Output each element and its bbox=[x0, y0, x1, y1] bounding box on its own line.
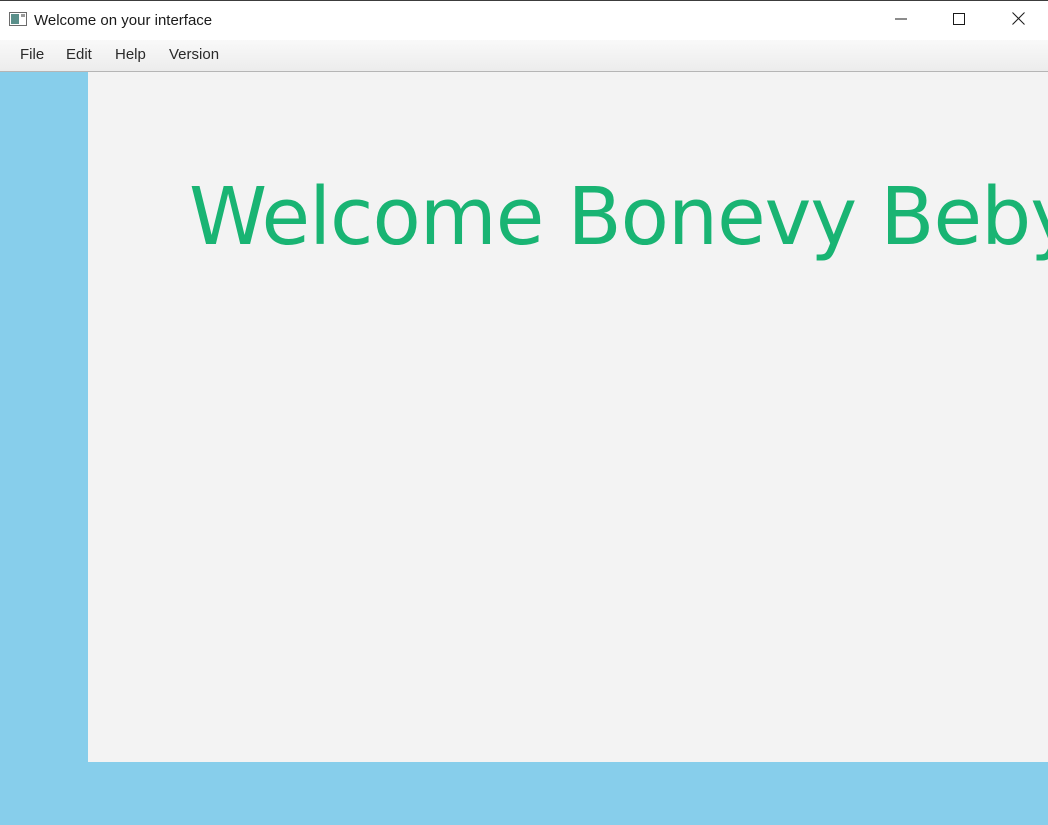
left-side-panel bbox=[0, 72, 88, 825]
window-title: Welcome on your interface bbox=[34, 12, 213, 29]
menu-bar: File Edit Help Version bbox=[0, 40, 1048, 72]
menu-help[interactable]: Help bbox=[113, 46, 148, 63]
menu-file[interactable]: File bbox=[18, 46, 46, 63]
close-button[interactable] bbox=[989, 1, 1047, 40]
menu-version[interactable]: Version bbox=[167, 46, 221, 63]
title-bar[interactable]: Welcome on your interface bbox=[0, 0, 1048, 40]
main-content-area: Welcome Bonevy Beby bbox=[88, 72, 1048, 762]
menu-edit[interactable]: Edit bbox=[64, 46, 94, 63]
app-window: Welcome on your interface File Edit Help… bbox=[0, 0, 1048, 825]
app-window-icon bbox=[9, 12, 27, 26]
minimize-icon bbox=[895, 12, 907, 30]
close-icon bbox=[1011, 11, 1025, 30]
minimize-button[interactable] bbox=[872, 1, 930, 40]
maximize-icon bbox=[953, 12, 965, 30]
maximize-button[interactable] bbox=[930, 1, 988, 40]
welcome-heading: Welcome Bonevy Beby bbox=[189, 171, 1048, 263]
bottom-panel bbox=[0, 762, 1048, 825]
